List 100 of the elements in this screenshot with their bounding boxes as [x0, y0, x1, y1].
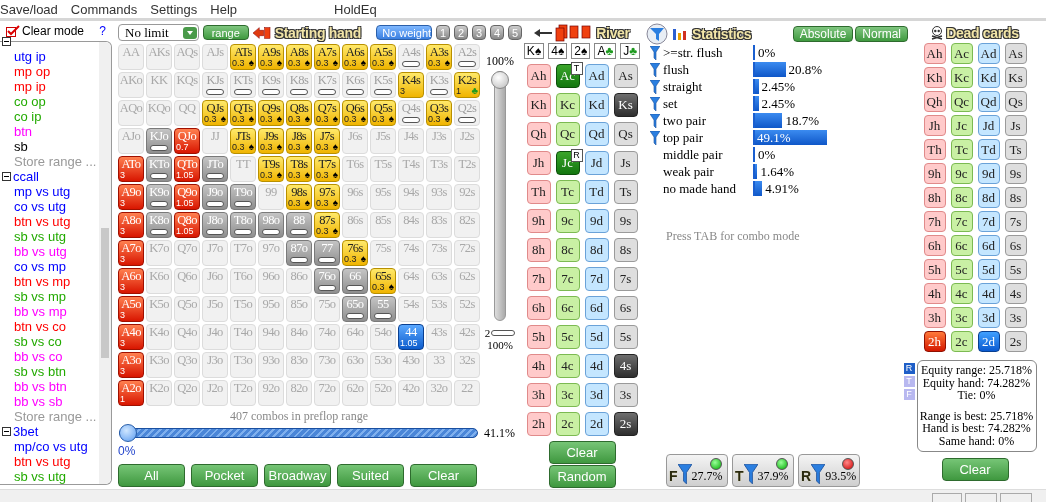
filter-icon[interactable]: [649, 130, 660, 145]
hand-cell[interactable]: T7o: [230, 240, 256, 266]
hand-cell[interactable]: Q9o 1.05: [174, 184, 200, 210]
hand-cell[interactable]: KTs: [230, 72, 256, 98]
card-button[interactable]: 8s: [1004, 187, 1027, 208]
hand-cell[interactable]: KQs: [174, 72, 200, 98]
hand-cell[interactable]: A9s 0.3 ♠: [258, 44, 284, 70]
hand-cell[interactable]: Q6o: [174, 268, 200, 294]
tree-item[interactable]: Store range ...: [14, 154, 97, 169]
filter-icon[interactable]: [649, 79, 660, 94]
hand-cell[interactable]: K5s: [370, 72, 396, 98]
card-button[interactable]: Th: [526, 180, 551, 204]
hand-cell[interactable]: 83o: [286, 352, 312, 378]
hand-cell[interactable]: 85s: [370, 212, 396, 238]
card-button[interactable]: Js: [613, 151, 638, 175]
hand-cell[interactable]: 97o: [258, 240, 284, 266]
hand-cell[interactable]: QQ: [174, 100, 200, 126]
hand-cell[interactable]: K7s: [314, 72, 340, 98]
card-button[interactable]: 2h: [526, 412, 551, 436]
card-button[interactable]: Ah: [923, 43, 946, 64]
mode-button[interactable]: Normal: [855, 25, 908, 42]
hand-cell[interactable]: 33: [426, 352, 452, 378]
hand-cell[interactable]: 64s: [398, 268, 424, 294]
collapse-icon[interactable]: [2, 37, 11, 46]
hand-cell[interactable]: 95s: [370, 184, 396, 210]
scrollbar[interactable]: [99, 42, 111, 484]
hand-cell[interactable]: AJs: [202, 44, 228, 70]
card-button[interactable]: 2s: [1004, 331, 1027, 352]
card-button[interactable]: 4d: [584, 354, 609, 378]
hand-cell[interactable]: K4o: [146, 324, 172, 350]
weight-button[interactable]: 3: [472, 25, 486, 40]
hand-cell[interactable]: Q2s: [454, 100, 480, 126]
card-button[interactable]: Qd: [584, 122, 609, 146]
hand-cell[interactable]: 73s: [426, 240, 452, 266]
tree-item[interactable]: sb vs co: [14, 334, 62, 349]
hand-cell[interactable]: 64o: [342, 324, 368, 350]
card-button[interactable]: 7h: [923, 211, 946, 232]
card-button[interactable]: 4h: [923, 283, 946, 304]
card-button[interactable]: 8d: [584, 238, 609, 262]
menu-item[interactable]: Help: [208, 1, 249, 17]
tree-item[interactable]: bb vs btn: [14, 379, 67, 394]
hand-cell[interactable]: A8s 0.3 ♠: [286, 44, 312, 70]
hand-cell[interactable]: J7s 0.3 ♠: [314, 128, 340, 154]
hand-cell[interactable]: J5s: [370, 128, 396, 154]
card-button[interactable]: 4c: [555, 354, 580, 378]
range-button[interactable]: Pocket: [191, 464, 258, 487]
hand-cell[interactable]: A7o 3: [118, 240, 144, 266]
card-button[interactable]: 2c: [555, 412, 580, 436]
hand-cell[interactable]: K3s: [426, 72, 452, 98]
card-button[interactable]: 3s: [1004, 307, 1027, 328]
card-button[interactable]: Js: [1004, 115, 1027, 136]
funnel-icon[interactable]: [811, 464, 826, 484]
card-button[interactable]: 8d: [977, 187, 1000, 208]
hand-cell[interactable]: T6s: [342, 156, 368, 182]
card-button[interactable]: 6h: [923, 235, 946, 256]
hand-cell[interactable]: 73o: [314, 352, 340, 378]
hand-cell[interactable]: 54o: [370, 324, 396, 350]
mode-toggle[interactable]: R: [903, 363, 915, 374]
card-button[interactable]: 9d: [584, 209, 609, 233]
hand-cell[interactable]: 43o: [398, 352, 424, 378]
card-button[interactable]: Jh: [923, 115, 946, 136]
hand-cell[interactable]: Q8o 1.05: [174, 212, 200, 238]
hand-cell[interactable]: Q7s 0.3 ♠: [314, 100, 340, 126]
hand-cell[interactable]: KJs: [202, 72, 228, 98]
collapse-icon[interactable]: [2, 172, 11, 181]
hand-cell[interactable]: A2o 1: [118, 380, 144, 406]
tree-item[interactable]: mp/co vs utg: [14, 439, 88, 454]
hand-cell[interactable]: JTo: [202, 156, 228, 182]
hand-cell[interactable]: 92o: [258, 380, 284, 406]
hand-cell[interactable]: AKo: [118, 72, 144, 98]
hand-cell[interactable]: ATo 3: [118, 156, 144, 182]
card-button[interactable]: Kh: [923, 67, 946, 88]
tree-item[interactable]: btn vs co: [14, 319, 67, 334]
hand-cell[interactable]: T5o: [230, 296, 256, 322]
funnel-icon[interactable]: [743, 464, 758, 484]
card-button[interactable]: 5c: [950, 259, 973, 280]
card-button[interactable]: Kd: [584, 93, 609, 117]
hand-cell[interactable]: A2s: [454, 44, 480, 70]
range-slider[interactable]: [119, 424, 478, 442]
clear-button[interactable]: Clear: [548, 441, 616, 464]
card-button[interactable]: 8c: [555, 238, 580, 262]
hand-cell[interactable]: A9o 3: [118, 184, 144, 210]
game-dropdown[interactable]: No limit: [118, 24, 199, 41]
card-button[interactable]: 9s: [1004, 163, 1027, 184]
hand-cell[interactable]: J4s: [398, 128, 424, 154]
card-button[interactable]: 6h: [526, 296, 551, 320]
card-button[interactable]: Ts: [613, 180, 638, 204]
hand-cell[interactable]: 53o: [370, 352, 396, 378]
tree-item[interactable]: co ip: [14, 109, 42, 124]
card-button[interactable]: Qh: [923, 91, 946, 112]
hand-cell[interactable]: 32o: [426, 380, 452, 406]
card-button[interactable]: 5c: [555, 325, 580, 349]
hand-cell[interactable]: QTo 1.05: [174, 156, 200, 182]
filter-icon[interactable]: [649, 62, 660, 77]
card-button[interactable]: 5d: [977, 259, 1000, 280]
range-button[interactable]: Clear: [410, 464, 477, 487]
card-button[interactable]: 4s: [1004, 283, 1027, 304]
card-button[interactable]: 5s: [613, 325, 638, 349]
card-button[interactable]: Tc: [950, 139, 973, 160]
card-button[interactable]: 3s: [613, 383, 638, 407]
